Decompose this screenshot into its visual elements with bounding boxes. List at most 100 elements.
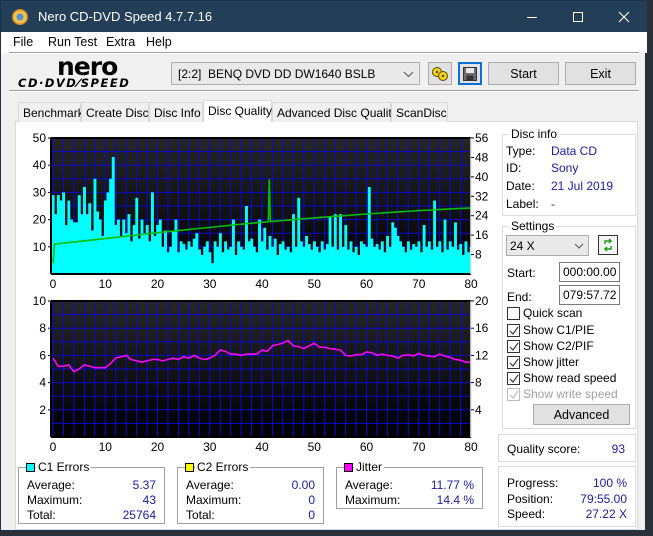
refresh-speed-button[interactable] xyxy=(598,235,618,255)
tab-scandisc[interactable]: ScanDisc xyxy=(391,102,448,122)
x-axis-tick-label: 30 xyxy=(203,440,217,454)
c1-error-bar xyxy=(174,219,178,274)
advanced-button[interactable]: Advanced xyxy=(533,404,630,425)
close-button[interactable] xyxy=(601,1,647,32)
c1-error-bar xyxy=(310,249,314,274)
tab-disc-info[interactable]: Disc Info xyxy=(149,102,203,122)
c1-error-bar xyxy=(143,233,147,274)
c1-error-bar xyxy=(83,186,86,274)
tab-advanced-disc-quality[interactable]: Advanced Disc Quality xyxy=(272,102,398,122)
checkmark-icon xyxy=(509,390,519,399)
c1-error-bar xyxy=(59,200,63,274)
c1-error-bar xyxy=(396,235,400,274)
disc-swap-icon xyxy=(432,66,448,81)
c1-error-bar xyxy=(218,233,222,274)
show-c1-pie-checkbox[interactable]: Show C1/PIE xyxy=(507,323,632,338)
x-axis-tick-label: 70 xyxy=(412,440,426,454)
minimize-icon xyxy=(527,16,537,18)
end-label: End: xyxy=(507,290,532,304)
checkbox-box xyxy=(507,324,520,337)
c1-error-bar xyxy=(226,249,230,274)
speed-value: 27.22 X xyxy=(585,507,627,521)
c1-error-bar xyxy=(187,241,191,274)
c1-error-bar xyxy=(454,222,457,274)
c1-error-bar xyxy=(166,252,170,274)
c1-error-bar xyxy=(263,227,267,274)
show-write-speed-checkbox[interactable]: Show write speed xyxy=(507,387,632,402)
c1-error-bar xyxy=(354,246,358,274)
c1-error-bar xyxy=(85,214,89,274)
c1-error-bar xyxy=(96,211,100,274)
c1-error-bar xyxy=(451,246,455,274)
c1-error-bar xyxy=(412,244,416,274)
c1-error-bar xyxy=(391,222,395,274)
c1-error-bar xyxy=(417,241,421,274)
menu-help[interactable]: Help xyxy=(146,35,172,49)
exit-button[interactable]: Exit xyxy=(565,62,636,85)
c1-error-bar xyxy=(284,249,288,274)
menu-extra[interactable]: Extra xyxy=(106,35,135,49)
close-icon xyxy=(618,11,630,22)
c1-error-bar xyxy=(430,249,434,274)
c1-error-bar xyxy=(77,195,81,274)
x-axis-tick-label: 80 xyxy=(464,277,478,291)
start-button[interactable]: Start xyxy=(488,62,559,85)
c1-error-bar xyxy=(250,238,254,274)
show-jitter-checkbox[interactable]: Show jitter xyxy=(507,355,632,370)
tab-disc-quality[interactable]: Disc Quality xyxy=(203,100,272,122)
c1-error-bar xyxy=(446,249,450,274)
c1-error-bar xyxy=(111,157,115,274)
c1-error-bar xyxy=(127,214,131,274)
save-button[interactable] xyxy=(458,62,482,85)
maximize-icon xyxy=(573,11,583,22)
disc-swap-button[interactable] xyxy=(428,62,452,85)
c1-error-bar xyxy=(182,244,186,274)
speed-label: Speed: xyxy=(507,507,546,521)
show-c2-pif-checkbox[interactable]: Show C2/PIF xyxy=(507,339,632,354)
c1-error-bar xyxy=(315,246,319,274)
c1-error-bar xyxy=(237,241,241,274)
quality-score-label: Quality score: xyxy=(507,442,581,456)
menu-file[interactable]: File xyxy=(13,35,33,49)
speed-select[interactable]: 24 X xyxy=(506,235,589,256)
c1-error-bar xyxy=(122,219,126,274)
c1-errors-title: C1 Errors xyxy=(36,460,92,474)
c1-error-bar xyxy=(192,238,196,274)
type-label: Type: xyxy=(506,144,536,158)
show-c1-pie-label: Show C1/PIE xyxy=(523,323,595,337)
disc-id-value: Sony xyxy=(551,161,579,175)
id-label: ID: xyxy=(506,161,522,175)
c1-error-bar xyxy=(247,241,251,274)
tab-benchmark[interactable]: Benchmark xyxy=(18,102,84,122)
app-window: Nero CD-DVD Speed 4.7.7.16 File Run Test… xyxy=(0,0,647,531)
menu-run-test[interactable]: Run Test xyxy=(48,35,97,49)
c1-error-bar xyxy=(443,219,447,274)
checkmark-icon xyxy=(509,358,519,367)
c1-error-bar xyxy=(333,214,337,274)
c1-error-bar xyxy=(378,249,382,274)
checkmark-icon xyxy=(509,326,519,335)
minimize-button[interactable] xyxy=(509,1,555,32)
x-axis-tick-label: 40 xyxy=(255,440,269,454)
x-axis-tick-label: 40 xyxy=(255,277,269,291)
settings-title: Settings xyxy=(509,219,557,233)
quick-scan-checkbox[interactable]: Quick scan xyxy=(507,306,632,321)
checkbox-box xyxy=(507,388,520,401)
maximize-button[interactable] xyxy=(555,1,601,32)
c1-error-bar xyxy=(64,225,68,274)
c1-errors-chart: 10 20 30 40 50 8 16 24 32 40 48 56 0 10 20 30 40 50 60 70 80 xyxy=(33,131,489,291)
refresh-icon xyxy=(603,238,613,252)
show-read-speed-checkbox[interactable]: Show read speed xyxy=(507,371,632,386)
c1-error-bar xyxy=(294,246,298,274)
c1-error-bar xyxy=(320,241,324,274)
jitter-average-label: Average: xyxy=(345,478,393,492)
c1-error-bar xyxy=(362,244,366,274)
right-axis-tick-label: 4 xyxy=(475,403,482,417)
start-time-input[interactable]: 000:00.00 xyxy=(559,262,620,282)
drive-select[interactable]: [2:2] BENQ DVD DD DW1640 BSLB xyxy=(171,62,420,85)
end-time-input[interactable]: 079:57.72 xyxy=(559,285,620,305)
c2-total-label: Total: xyxy=(186,508,215,522)
tab-create-disc[interactable]: Create Disc xyxy=(81,102,149,122)
c1-error-bar xyxy=(190,246,194,274)
c1-errors-box: C1 Errors Average: 5.37 Maximum: 43 Tota… xyxy=(18,460,165,524)
